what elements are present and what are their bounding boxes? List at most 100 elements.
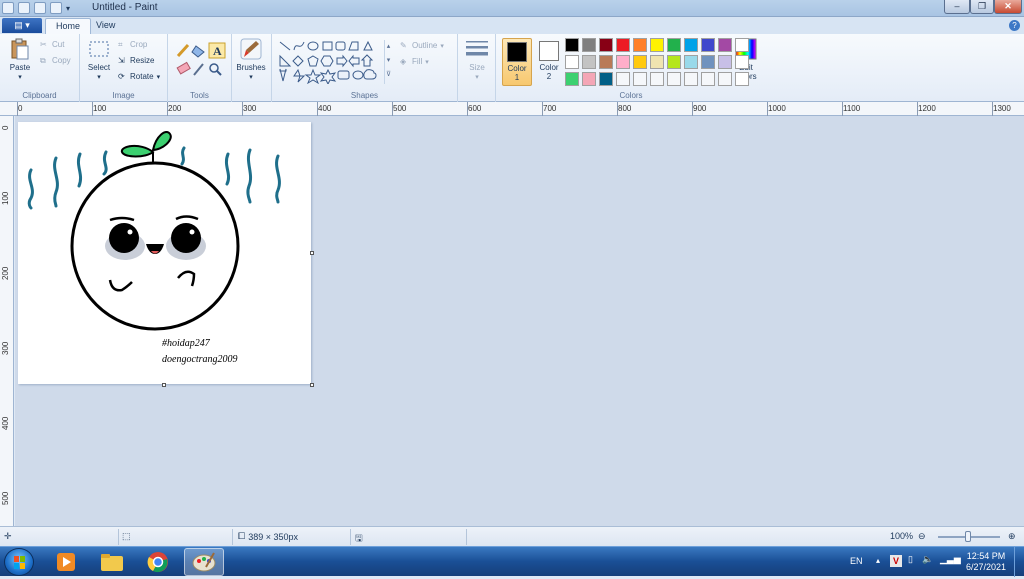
help-icon[interactable]: ? — [1009, 20, 1020, 31]
ruler-tick-label: 500 — [393, 104, 407, 113]
paint-menu-button[interactable]: ▤ ▾ — [2, 18, 42, 33]
brushes-button[interactable]: Brushes ▾ — [236, 38, 266, 81]
copy-button[interactable]: ⧉ Copy — [40, 56, 71, 65]
select-button[interactable]: Select ▾ — [84, 38, 114, 81]
sprout-leaf — [120, 131, 172, 164]
tab-view[interactable]: View — [86, 18, 125, 34]
palette-swatch[interactable] — [633, 38, 647, 52]
quick-access-dropdown-icon[interactable]: ▾ — [66, 4, 70, 13]
cut-label: Cut — [52, 40, 65, 49]
ruler-tick-label: 0 — [18, 104, 23, 113]
tools-icons: A — [176, 42, 226, 76]
palette-swatch[interactable] — [633, 55, 647, 69]
palette-swatch[interactable] — [718, 38, 732, 52]
magnifier-icon[interactable] — [209, 63, 222, 76]
explorer-taskbar-button[interactable] — [92, 548, 132, 576]
palette-swatch[interactable] — [599, 55, 613, 69]
antivirus-icon[interactable]: V — [890, 555, 902, 567]
palette-swatch[interactable] — [718, 72, 732, 86]
shapes-scroll[interactable]: ▴ ▾ ⊽ — [384, 40, 392, 84]
palette-swatch[interactable] — [701, 55, 715, 69]
palette-swatch[interactable] — [616, 72, 630, 86]
media-player-taskbar-button[interactable] — [46, 548, 86, 576]
palette-swatch[interactable] — [735, 55, 749, 69]
image-size-text: 389 × 350px — [248, 531, 298, 542]
palette-swatch[interactable] — [565, 55, 579, 69]
palette-swatch[interactable] — [582, 38, 596, 52]
zoom-slider-thumb[interactable] — [965, 531, 971, 542]
resize-handle-right[interactable] — [310, 251, 314, 255]
palette-swatch[interactable] — [565, 72, 579, 86]
pencil-icon[interactable] — [176, 43, 190, 58]
palette-swatch[interactable] — [616, 38, 630, 52]
zoom-in-button[interactable]: ⊕ — [1008, 531, 1016, 542]
palette-swatch[interactable] — [633, 72, 647, 86]
resize-button[interactable]: ⇲ Resize — [118, 56, 154, 65]
fill-bucket-icon[interactable] — [191, 45, 205, 58]
palette-swatch[interactable] — [582, 72, 596, 86]
rotate-label: Rotate — [130, 72, 154, 81]
network-signal-icon[interactable]: ▁▃▅ — [940, 554, 961, 565]
palette-swatch[interactable] — [565, 38, 579, 52]
zoom-level: 100% — [890, 531, 914, 541]
resize-handle-bottom[interactable] — [162, 383, 166, 387]
volume-icon[interactable]: 🔈 — [922, 554, 933, 565]
color-picker-icon[interactable] — [193, 63, 204, 76]
close-button[interactable]: ✕ — [994, 0, 1022, 14]
color-palette — [565, 38, 750, 87]
size-button[interactable]: Size ▾ — [462, 38, 492, 81]
redo-icon[interactable] — [50, 2, 62, 14]
undo-icon[interactable] — [34, 2, 46, 14]
outline-button[interactable]: ✎ Outline ▾ — [400, 41, 444, 50]
color2-number: 2 — [546, 72, 552, 81]
start-button[interactable] — [4, 548, 34, 576]
chrome-taskbar-button[interactable] — [138, 548, 178, 576]
palette-swatch[interactable] — [599, 72, 613, 86]
paint-taskbar-button[interactable] — [184, 548, 224, 576]
taskbar-clock[interactable]: 12:54 PM 6/27/2021 — [966, 551, 1006, 573]
four-point-star-shape-icon — [293, 68, 306, 83]
palette-swatch[interactable] — [735, 72, 749, 86]
battery-icon[interactable]: ▯ — [908, 554, 913, 565]
palette-swatch[interactable] — [701, 38, 715, 52]
palette-swatch[interactable] — [650, 38, 664, 52]
paint-app-icon[interactable] — [2, 2, 14, 14]
palette-swatch[interactable] — [667, 72, 681, 86]
paste-button[interactable]: Paste ▾ — [5, 38, 35, 81]
palette-swatch[interactable] — [735, 38, 749, 52]
palette-swatch[interactable] — [718, 55, 732, 69]
palette-swatch[interactable] — [701, 72, 715, 86]
palette-swatch[interactable] — [650, 72, 664, 86]
palette-swatch[interactable] — [684, 38, 698, 52]
right-triangle-shape-icon — [279, 54, 292, 67]
palette-swatch[interactable] — [650, 55, 664, 69]
show-desktop-button[interactable] — [1014, 547, 1024, 577]
eraser-icon[interactable] — [176, 61, 191, 75]
zoom-out-button[interactable]: ⊖ — [918, 531, 926, 542]
palette-swatch[interactable] — [684, 72, 698, 86]
language-indicator[interactable]: EN — [850, 556, 863, 566]
fill-button[interactable]: ◈ Fill ▾ — [400, 57, 429, 66]
tab-home[interactable]: Home — [45, 18, 92, 34]
rotate-button[interactable]: ⟳ Rotate ▾ — [118, 72, 160, 81]
color2-button[interactable]: Color 2 — [534, 38, 564, 86]
palette-swatch[interactable] — [667, 38, 681, 52]
palette-swatch[interactable] — [667, 55, 681, 69]
maximize-button[interactable]: ❐ — [970, 0, 994, 14]
ruler-tick-label: 400 — [318, 104, 332, 113]
shapes-gallery[interactable] — [278, 40, 398, 84]
palette-swatch[interactable] — [582, 55, 596, 69]
drawing-canvas[interactable]: #hoidap247 doengoctrang2009 — [18, 122, 311, 384]
minimize-button[interactable]: ‒ — [944, 0, 970, 14]
palette-swatch[interactable] — [684, 55, 698, 69]
brush-icon — [240, 38, 262, 60]
crop-button[interactable]: ⌗ Crop — [118, 40, 147, 49]
tray-expand-icon[interactable]: ▴ — [876, 556, 880, 565]
palette-swatch[interactable] — [599, 38, 613, 52]
palette-swatch[interactable] — [616, 55, 630, 69]
color1-button[interactable]: Color 1 — [502, 38, 532, 86]
cut-button[interactable]: ✂ Cut — [40, 40, 64, 49]
save-icon[interactable] — [18, 2, 30, 14]
text-tool-icon[interactable]: A — [208, 42, 226, 59]
resize-handle-corner[interactable] — [310, 383, 314, 387]
